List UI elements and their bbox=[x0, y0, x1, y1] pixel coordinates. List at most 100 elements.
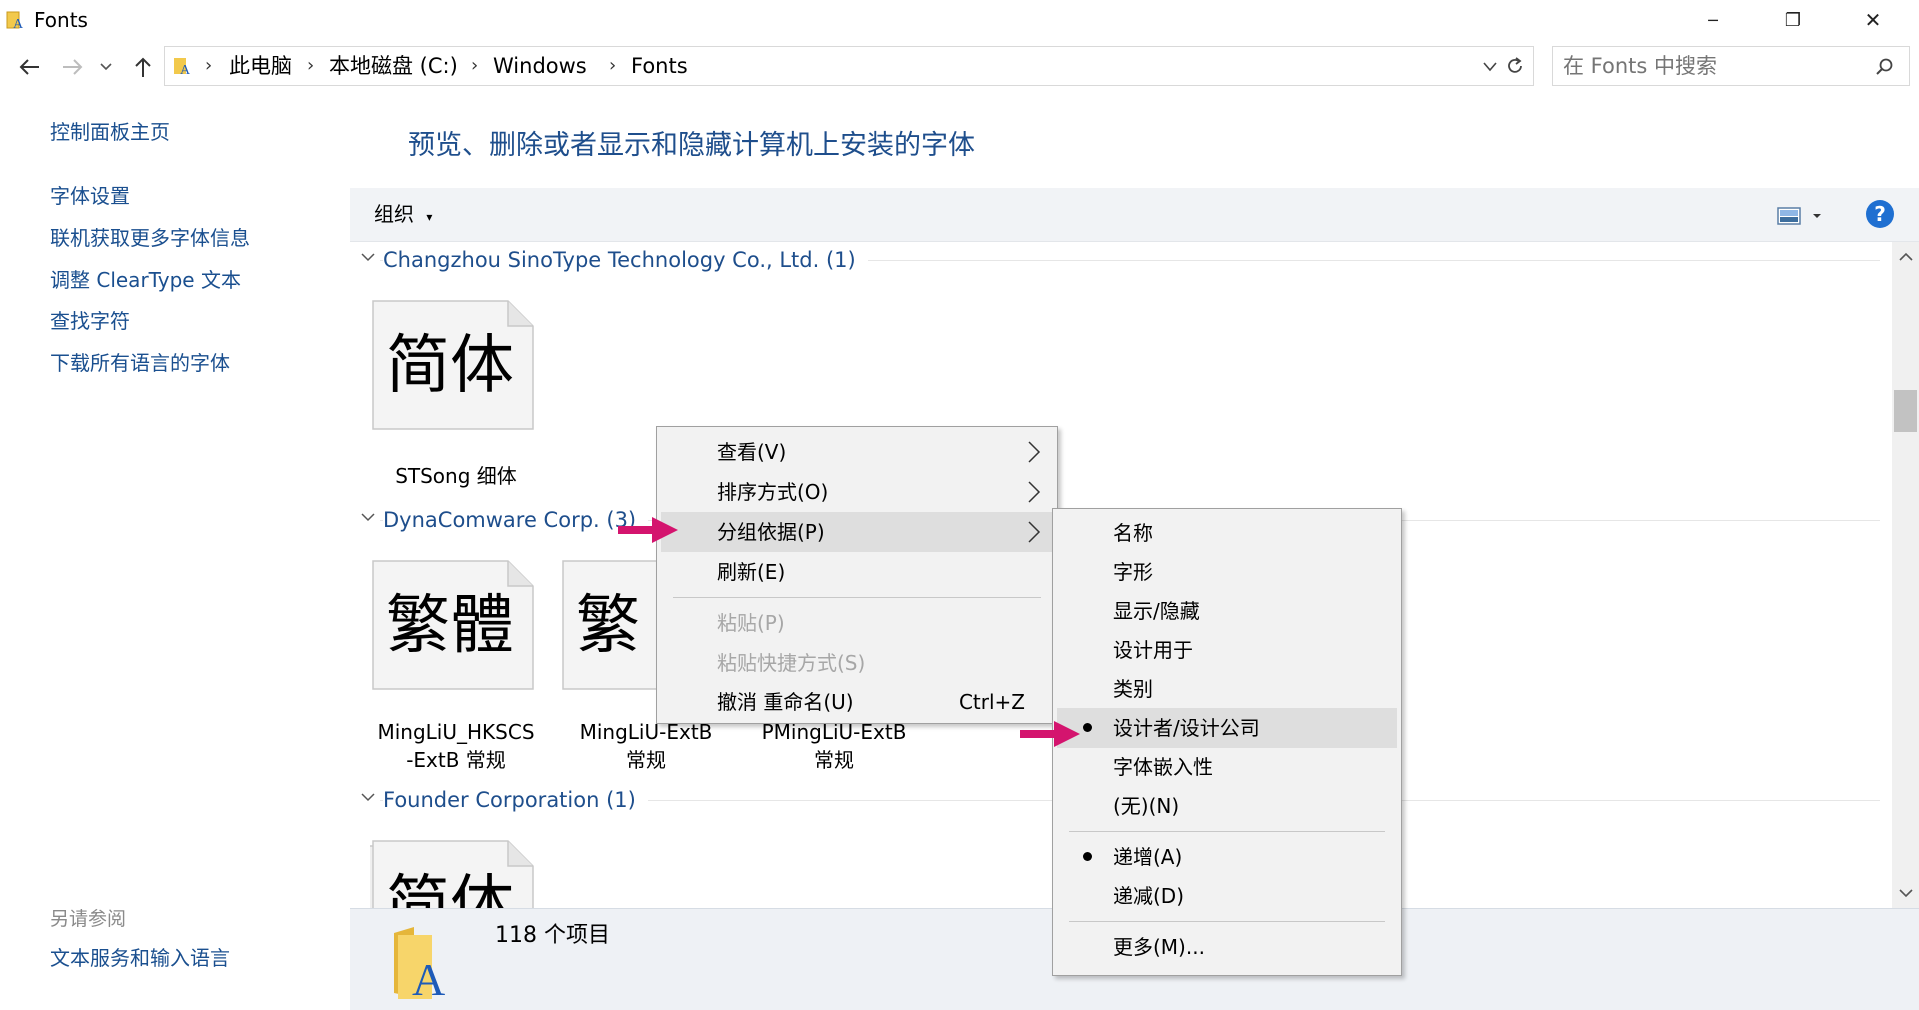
chevron-down-icon[interactable] bbox=[360, 789, 376, 805]
group-header[interactable]: Changzhou SinoType Technology Co., Ltd. … bbox=[350, 242, 1880, 278]
search-icon[interactable] bbox=[1875, 57, 1895, 77]
chevron-down-icon[interactable] bbox=[360, 509, 376, 525]
text-services-link[interactable]: 文本服务和输入语言 bbox=[50, 944, 230, 972]
menu-item-label: 设计者/设计公司 bbox=[1113, 716, 1260, 740]
submenu-item-descending[interactable]: 递减(D) bbox=[1057, 876, 1397, 916]
menu-item-paste[interactable]: 粘贴(P) bbox=[661, 603, 1053, 643]
minimize-icon: ─ bbox=[1708, 10, 1718, 30]
font-sample: 繁 bbox=[576, 589, 640, 663]
submenu-item-designer[interactable]: 设计者/设计公司 bbox=[1057, 708, 1397, 748]
menu-item-label: 刷新(E) bbox=[717, 560, 786, 584]
breadcrumb-windows[interactable]: Windows bbox=[493, 47, 587, 85]
breadcrumb-separator-icon: › bbox=[307, 55, 315, 76]
submenu-item-more[interactable]: 更多(M)... bbox=[1057, 927, 1397, 967]
adjust-cleartype-link[interactable]: 调整 ClearType 文本 bbox=[50, 266, 241, 294]
menu-item-label: (无)(N) bbox=[1113, 794, 1180, 818]
search-box[interactable] bbox=[1552, 46, 1910, 86]
fonts-folder-large-icon: A bbox=[394, 927, 445, 1001]
font-settings-link[interactable]: 字体设置 bbox=[50, 182, 130, 210]
radio-bullet-icon bbox=[1083, 723, 1092, 732]
address-bar[interactable]: A › 此电脑 › 本地磁盘 (C:) › Windows › Fonts bbox=[164, 46, 1534, 86]
refresh-icon[interactable] bbox=[1505, 56, 1525, 76]
menu-item-label: 查看(V) bbox=[717, 440, 787, 464]
find-character-link[interactable]: 查找字符 bbox=[50, 307, 130, 335]
svg-text:A: A bbox=[13, 17, 24, 30]
vertical-scrollbar[interactable] bbox=[1892, 242, 1919, 908]
chevron-right-icon bbox=[1028, 521, 1041, 543]
submenu-item-ascending[interactable]: 递增(A) bbox=[1057, 837, 1397, 877]
menu-item-label: 字体嵌入性 bbox=[1113, 755, 1213, 779]
fonts-folder-icon: A bbox=[6, 11, 24, 30]
submenu-item-none[interactable]: (无)(N) bbox=[1057, 786, 1397, 826]
close-icon: ✕ bbox=[1864, 8, 1882, 32]
menu-item-sort-by[interactable]: 排序方式(O) bbox=[661, 472, 1053, 512]
change-view-button[interactable] bbox=[1776, 202, 1826, 230]
submenu-item-category[interactable]: 类别 bbox=[1057, 669, 1397, 709]
address-dropdown-chevron-icon[interactable] bbox=[1483, 62, 1497, 72]
submenu-item-show-hide[interactable]: 显示/隐藏 bbox=[1057, 591, 1397, 631]
menu-item-label: 撤消 重命名(U) bbox=[717, 690, 854, 714]
control-panel-home-link[interactable]: 控制面板主页 bbox=[50, 118, 170, 146]
submenu-item-font-style[interactable]: 字形 bbox=[1057, 552, 1397, 592]
scrollbar-thumb[interactable] bbox=[1894, 390, 1917, 432]
font-style: -ExtB 常规 bbox=[406, 748, 506, 772]
up-button[interactable] bbox=[128, 52, 158, 82]
menu-item-paste-shortcut[interactable]: 粘贴快捷方式(S) bbox=[661, 643, 1053, 683]
menu-item-refresh[interactable]: 刷新(E) bbox=[661, 552, 1053, 592]
menu-item-undo-rename[interactable]: 撤消 重命名(U) Ctrl+Z bbox=[661, 682, 1053, 722]
download-all-language-fonts-link[interactable]: 下载所有语言的字体 bbox=[50, 349, 230, 377]
font-style: 常规 bbox=[814, 748, 854, 772]
svg-text:A: A bbox=[412, 954, 445, 1001]
organize-label: 组织 bbox=[374, 202, 414, 226]
group-by-submenu: 名称 字形 显示/隐藏 设计用于 类别 设计者/设计公司 字体嵌入性 (无)(N… bbox=[1052, 508, 1402, 976]
menu-item-label: 递减(D) bbox=[1113, 884, 1185, 908]
group-title: Changzhou SinoType Technology Co., Ltd. … bbox=[383, 242, 868, 278]
menu-item-shortcut: Ctrl+Z bbox=[958, 690, 1025, 714]
context-menu: 查看(V) 排序方式(O) 分组依据(P) 刷新(E) 粘贴(P) 粘贴快捷方式… bbox=[656, 426, 1058, 724]
annotation-arrow-icon bbox=[1020, 721, 1080, 747]
menu-item-label: 递增(A) bbox=[1113, 845, 1183, 869]
chevron-down-icon[interactable] bbox=[360, 249, 376, 265]
see-also-heading: 另请参阅 bbox=[50, 908, 127, 930]
svg-text:A: A bbox=[180, 63, 191, 76]
menu-item-label: 粘贴快捷方式(S) bbox=[717, 651, 866, 675]
menu-item-label: 排序方式(O) bbox=[717, 480, 829, 504]
back-arrow-icon bbox=[19, 59, 39, 75]
breadcrumb-this-pc[interactable]: 此电脑 bbox=[229, 47, 292, 85]
forward-button[interactable] bbox=[58, 52, 88, 82]
menu-item-label: 显示/隐藏 bbox=[1113, 599, 1200, 623]
menu-item-group-by[interactable]: 分组依据(P) bbox=[661, 512, 1053, 552]
menu-item-view[interactable]: 查看(V) bbox=[661, 432, 1053, 472]
get-more-fonts-online-link[interactable]: 联机获取更多字体信息 bbox=[50, 224, 250, 252]
chevron-down-icon bbox=[100, 63, 112, 71]
submenu-item-embeddability[interactable]: 字体嵌入性 bbox=[1057, 747, 1397, 787]
close-button[interactable]: ✕ bbox=[1838, 0, 1908, 40]
submenu-item-name[interactable]: 名称 bbox=[1057, 513, 1397, 553]
group-title: Founder Corporation (1) bbox=[383, 782, 648, 818]
maximize-button[interactable]: ❐ bbox=[1758, 0, 1828, 40]
menu-item-label: 粘贴(P) bbox=[717, 611, 785, 635]
back-button[interactable] bbox=[14, 52, 44, 82]
organize-button[interactable]: 组织 ▾ bbox=[374, 200, 432, 231]
breadcrumb-local-disk[interactable]: 本地磁盘 (C:) bbox=[329, 47, 458, 85]
search-input[interactable] bbox=[1563, 53, 1863, 79]
recent-locations-button[interactable] bbox=[96, 52, 116, 82]
menu-item-label: 更多(M)... bbox=[1113, 935, 1205, 959]
font-thumbnail: 繁體 bbox=[370, 558, 536, 692]
submenu-item-designed-for[interactable]: 设计用于 bbox=[1057, 630, 1397, 670]
breadcrumb-fonts[interactable]: Fonts bbox=[631, 47, 688, 85]
maximize-icon: ❐ bbox=[1784, 9, 1802, 31]
minimize-button[interactable]: ─ bbox=[1678, 0, 1748, 40]
breadcrumb-separator-icon: › bbox=[609, 55, 617, 76]
chevron-right-icon bbox=[1028, 441, 1041, 463]
menu-item-label: 字形 bbox=[1113, 560, 1153, 584]
dropdown-caret-icon: ▾ bbox=[426, 210, 433, 224]
scroll-down-arrow-icon[interactable] bbox=[1899, 888, 1913, 898]
help-button[interactable]: ? bbox=[1866, 200, 1894, 228]
font-sample: 繁體 bbox=[386, 589, 514, 663]
command-bar: 组织 ▾ ? bbox=[350, 188, 1919, 242]
font-thumbnail: 简体 bbox=[370, 298, 536, 432]
menu-item-label: 类别 bbox=[1113, 677, 1153, 701]
scroll-up-arrow-icon[interactable] bbox=[1899, 252, 1913, 262]
fonts-folder-icon: A bbox=[174, 58, 191, 76]
